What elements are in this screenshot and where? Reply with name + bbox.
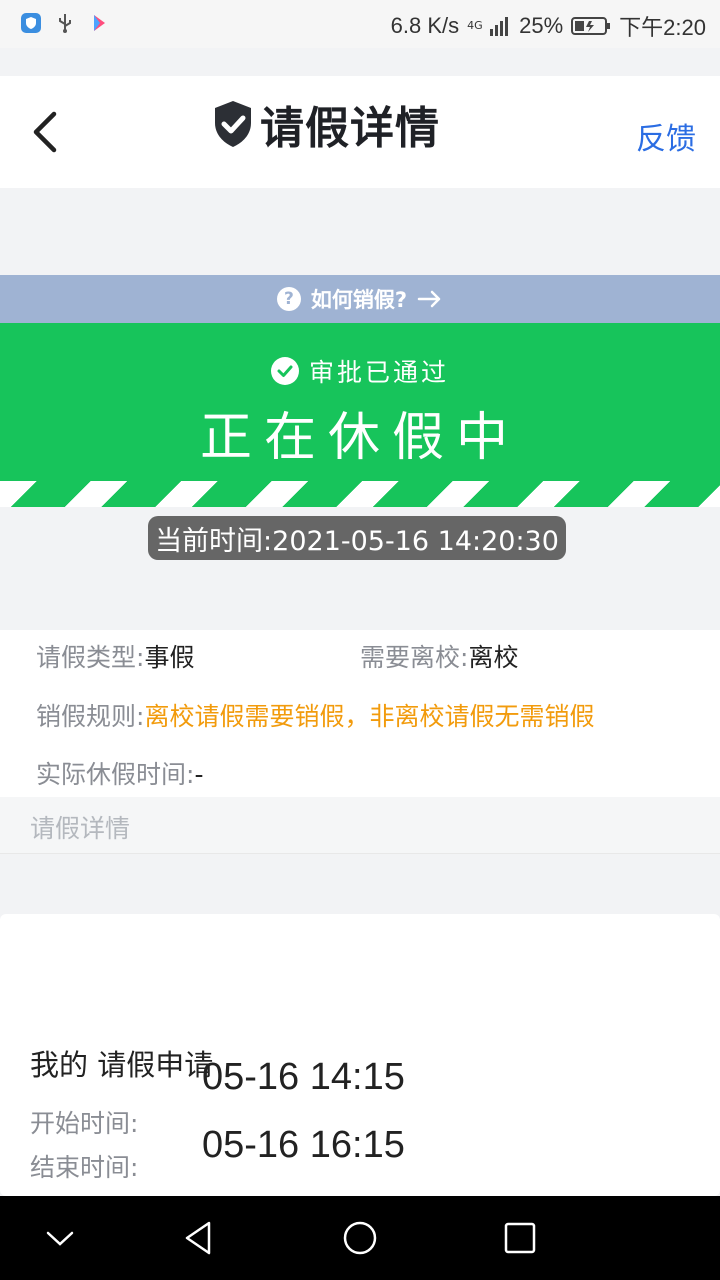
actual-leave-label: 实际休假时间: bbox=[36, 760, 195, 789]
leave-type-row: 请假类型:事假 bbox=[36, 638, 194, 674]
leave-type-value: 事假 bbox=[144, 643, 195, 672]
approval-status: 审批已通过 bbox=[0, 353, 720, 389]
network-speed: 6.8 K/s bbox=[390, 13, 460, 38]
banner-edge bbox=[0, 507, 720, 511]
page-title-group: 请假详情 bbox=[212, 92, 440, 156]
status-bar: 6.8 K/s 4G 25% 下午2:20 bbox=[0, 0, 720, 48]
leave-status-banner: 审批已通过 正在休假中 bbox=[0, 323, 720, 511]
nav-recent-icon[interactable] bbox=[498, 1216, 542, 1260]
how-to-cancel-leave-link[interactable]: ? 如何销假? bbox=[0, 275, 720, 323]
check-circle-icon bbox=[270, 357, 299, 385]
feedback-link[interactable]: 反馈 bbox=[636, 114, 696, 158]
back-arrow-icon[interactable] bbox=[24, 106, 68, 158]
clock: 下午2:20 bbox=[619, 15, 706, 40]
shield-check-icon bbox=[215, 101, 251, 147]
media-app-icon bbox=[94, 15, 105, 31]
how-to-cancel-leave-text: 如何销假? bbox=[310, 288, 408, 312]
leave-type-label: 请假类型: bbox=[36, 643, 145, 672]
application-card: 我的 请假申请 开始时间: 05-16 14:15 结束时间: 05-16 16… bbox=[0, 914, 720, 1196]
approval-status-text: 审批已通过 bbox=[308, 358, 449, 387]
actual-leave-value: - bbox=[194, 760, 204, 789]
end-time-value: 05-16 16:15 bbox=[202, 1124, 405, 1166]
leave-info-panel: 请假类型:事假 需要离校:离校 销假规则:离校请假需要销假，非离校请假无需销假 … bbox=[0, 630, 720, 797]
signal-icon bbox=[490, 17, 509, 36]
leave-school-row: 需要离校:离校 bbox=[360, 638, 518, 674]
application-title: 我的 请假申请 bbox=[30, 1048, 214, 1082]
arrow-right-icon bbox=[417, 290, 441, 308]
section-header: 请假详情 bbox=[0, 797, 720, 854]
section-title: 请假详情 bbox=[30, 814, 131, 843]
leave-school-value: 离校 bbox=[468, 643, 519, 672]
network-type: 4G bbox=[467, 19, 483, 32]
start-time-value: 05-16 14:15 bbox=[202, 1056, 405, 1098]
stripe-decoration bbox=[0, 481, 720, 507]
cancel-rule-label: 销假规则: bbox=[36, 702, 145, 731]
usb-icon bbox=[59, 14, 71, 33]
page-title: 请假详情 bbox=[260, 103, 440, 154]
nav-home-icon[interactable] bbox=[338, 1216, 382, 1260]
battery-percent: 25% bbox=[519, 13, 564, 38]
nav-back-icon[interactable] bbox=[178, 1216, 222, 1260]
battery-icon bbox=[571, 17, 611, 35]
cancel-rule-row: 销假规则:离校请假需要销假，非离校请假无需销假 bbox=[36, 697, 594, 733]
start-time-label: 开始时间: bbox=[30, 1109, 139, 1138]
page-header: 请假详情 反馈 bbox=[0, 76, 720, 188]
end-time-label: 结束时间: bbox=[30, 1153, 139, 1182]
leave-school-label: 需要离校: bbox=[360, 643, 469, 672]
actual-leave-row: 实际休假时间:- bbox=[36, 755, 203, 791]
nav-down-icon[interactable] bbox=[38, 1216, 82, 1260]
system-nav-bar bbox=[0, 1196, 720, 1280]
current-time-badge: 当前时间:2021-05-16 14:20:30 bbox=[148, 516, 566, 560]
shield-app-icon bbox=[21, 13, 41, 33]
leave-state: 正在休假中 bbox=[199, 408, 520, 468]
question-icon: ? bbox=[276, 287, 301, 311]
cancel-rule-value: 离校请假需要销假，非离校请假无需销假 bbox=[144, 702, 595, 731]
